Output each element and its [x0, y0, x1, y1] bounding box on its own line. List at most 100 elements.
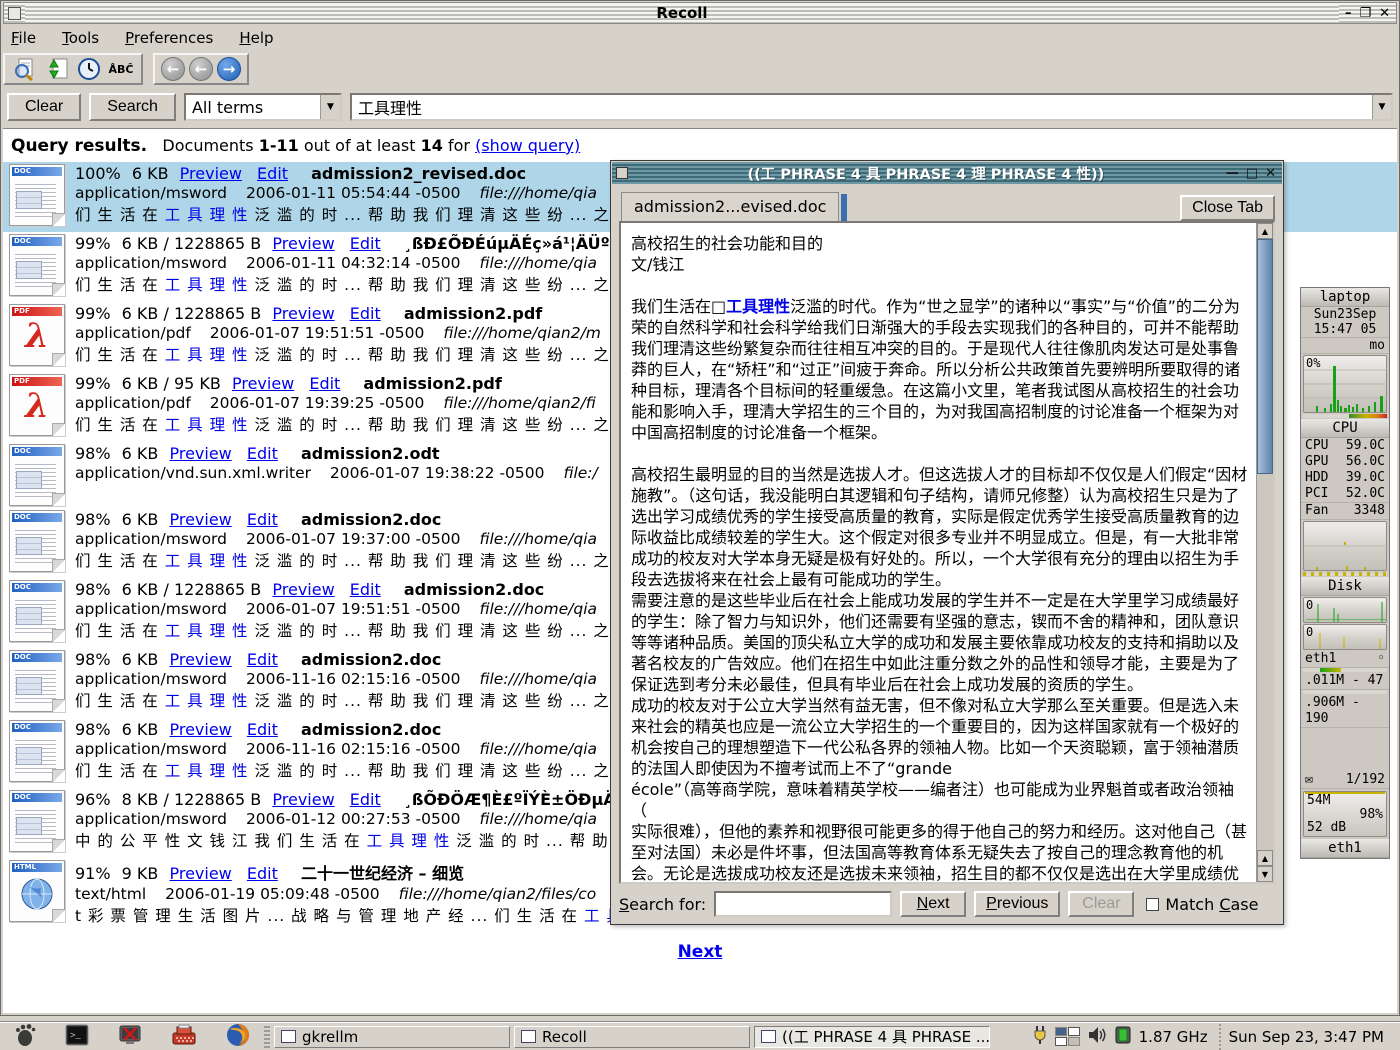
result-preview-link[interactable]: Preview: [169, 510, 231, 529]
menu-help[interactable]: Help: [239, 29, 273, 47]
result-preview-link[interactable]: Preview: [272, 580, 334, 599]
next-page-icon[interactable]: →: [217, 57, 241, 81]
result-edit-link[interactable]: Edit: [257, 164, 288, 183]
file-type-icon: DOC: [9, 164, 65, 226]
find-input[interactable]: [714, 891, 892, 917]
preview-titlebar[interactable]: ((工 PHRASE 4 具 PHRASE 4 理 PHRASE 4 性)) —…: [612, 162, 1282, 184]
scrollbar-thumb[interactable]: [1257, 239, 1273, 474]
file-type-icon: DOC: [9, 580, 65, 642]
preview-window-menu-icon[interactable]: [616, 167, 628, 179]
result-preview-link[interactable]: Preview: [272, 790, 334, 809]
close-tab-button[interactable]: Close Tab: [1180, 195, 1275, 221]
task-button[interactable]: Recoll: [514, 1026, 750, 1048]
result-preview-link[interactable]: Preview: [272, 304, 334, 323]
query-history-chevron-icon[interactable]: ▼: [1372, 95, 1391, 119]
find-previous-button[interactable]: Previous: [974, 891, 1060, 917]
result-date: 2006-01-07 19:51:51 -0500: [246, 600, 461, 618]
mail-icon: ✉: [1305, 772, 1313, 788]
result-edit-link[interactable]: Edit: [247, 444, 278, 463]
result-edit-link[interactable]: Edit: [350, 790, 381, 809]
sort-parameters-icon[interactable]: [43, 56, 71, 82]
result-edit-link[interactable]: Edit: [309, 374, 340, 393]
preview-scrollbar[interactable]: ▲ ▲ ▼: [1256, 223, 1273, 882]
workspace-pager[interactable]: [1055, 1027, 1080, 1046]
result-date: 2006-01-07 19:37:00 -0500: [246, 530, 461, 548]
mail-row[interactable]: ✉ 1/192: [1301, 772, 1389, 789]
result-edit-link[interactable]: Edit: [350, 304, 381, 323]
power-plug-icon[interactable]: [1032, 1024, 1048, 1050]
document-history-icon[interactable]: [75, 56, 103, 82]
result-edit-link[interactable]: Edit: [247, 650, 278, 669]
preview-close-icon[interactable]: ✕: [1265, 166, 1276, 181]
result-relevance: 98%: [75, 444, 111, 463]
cpu-frequency[interactable]: 1.87 GHz: [1139, 1028, 1208, 1046]
preview-minimize-icon[interactable]: —: [1226, 166, 1239, 181]
result-preview-link[interactable]: Preview: [169, 864, 231, 883]
result-edit-link[interactable]: Edit: [350, 580, 381, 599]
menu-file[interactable]: File: [11, 29, 36, 47]
disk-panel-title: Disk: [1301, 577, 1389, 596]
scroll-down-icon[interactable]: ▼: [1257, 866, 1273, 882]
result-preview-link[interactable]: Preview: [169, 444, 231, 463]
preview-maximize-icon[interactable]: □: [1246, 166, 1258, 181]
preview-tab[interactable]: admission2...evised.doc: [621, 192, 839, 221]
result-relevance: 91%: [75, 864, 111, 883]
search-input[interactable]: [352, 98, 1372, 117]
find-next-button[interactable]: Next: [900, 891, 966, 917]
result-url: file:///home/qia: [479, 670, 597, 688]
search-mode-select[interactable]: All terms ▼: [184, 93, 342, 121]
task-button-label: gkrellm: [302, 1028, 358, 1046]
result-mime: application/msword: [75, 184, 227, 202]
match-case-checkbox[interactable]: [1146, 898, 1159, 911]
cpufreq-applet-icon[interactable]: [1114, 1025, 1132, 1049]
screen-kill-icon[interactable]: [118, 1024, 142, 1050]
advanced-search-icon[interactable]: [11, 56, 39, 82]
result-preview-link[interactable]: Preview: [272, 234, 334, 253]
scroll-up-icon[interactable]: ▲: [1257, 223, 1273, 239]
menu-tools[interactable]: Tools: [62, 29, 99, 47]
preview-paragraph: 成功的校友对于公立大学当然有益无害，但不像对私立大学那么至关重要。但是选入未来社…: [631, 695, 1248, 779]
preview-paragraph: école”（高等商学院，意味着精英学校——编者注）也可能成为业界魁首或者政治领…: [631, 779, 1248, 821]
result-preview-link[interactable]: Preview: [232, 374, 294, 393]
prev-page-icon[interactable]: ←: [189, 57, 213, 81]
result-edit-link[interactable]: Edit: [247, 720, 278, 739]
menu-preferences[interactable]: Preferences: [125, 29, 213, 47]
preview-document-text[interactable]: 高校招生的社会功能和目的文/钱江我们生活在□工具理性泛滥的时代。作为“世之显学”…: [621, 223, 1256, 882]
result-edit-link[interactable]: Edit: [247, 864, 278, 883]
firefox-icon[interactable]: [226, 1023, 250, 1050]
result-date: 2006-01-07 19:39:25 -0500: [210, 394, 425, 412]
scroll-up2-icon[interactable]: ▲: [1257, 850, 1273, 866]
terminal-icon[interactable]: >_: [65, 1024, 89, 1050]
result-edit-link[interactable]: Edit: [247, 510, 278, 529]
result-mime: application/vnd.sun.xml.writer: [75, 464, 311, 482]
chevron-down-icon[interactable]: ▼: [320, 95, 340, 119]
clear-button[interactable]: Clear: [7, 93, 81, 121]
window-menu-icon[interactable]: [8, 7, 21, 20]
result-preview-link[interactable]: Preview: [169, 650, 231, 669]
first-page-icon[interactable]: ←: [161, 57, 185, 81]
scrollbar-track[interactable]: [1257, 474, 1273, 850]
cpu-chart: 0%: [1303, 355, 1387, 413]
search-button[interactable]: Search: [89, 93, 176, 121]
main-titlebar[interactable]: Recoll – ❐ ✕: [3, 2, 1397, 24]
taskbar-clock[interactable]: Sun Sep 23, 3:47 PM: [1219, 1024, 1394, 1050]
task-button[interactable]: ((工 PHRASE 4 具 PHRASE ...: [754, 1026, 990, 1048]
maximize-icon[interactable]: ❐: [1359, 6, 1371, 21]
tab-active-indicator: [841, 194, 847, 221]
result-mime: application/pdf: [75, 324, 191, 342]
minimize-icon[interactable]: –: [1345, 6, 1352, 21]
search-mode-value: All terms: [186, 98, 320, 117]
typewriter-icon[interactable]: [171, 1024, 197, 1050]
gnome-foot-icon[interactable]: [14, 1023, 36, 1050]
find-clear-button[interactable]: Clear: [1068, 891, 1134, 917]
result-edit-link[interactable]: Edit: [350, 234, 381, 253]
show-query-link[interactable]: (show query): [475, 136, 580, 155]
task-button[interactable]: gkrellm: [274, 1026, 510, 1048]
close-icon[interactable]: ✕: [1379, 6, 1390, 21]
result-preview-link[interactable]: Preview: [169, 720, 231, 739]
volume-icon[interactable]: [1087, 1026, 1107, 1048]
next-results-link[interactable]: Next: [678, 942, 723, 962]
result-preview-link[interactable]: Preview: [180, 164, 242, 183]
term-explorer-icon[interactable]: ÅBĈ: [107, 56, 135, 82]
gkrellm-monitor[interactable]: laptop Sun23Sep 15:47 05 mo 0% CPU CPU59…: [1300, 287, 1390, 859]
